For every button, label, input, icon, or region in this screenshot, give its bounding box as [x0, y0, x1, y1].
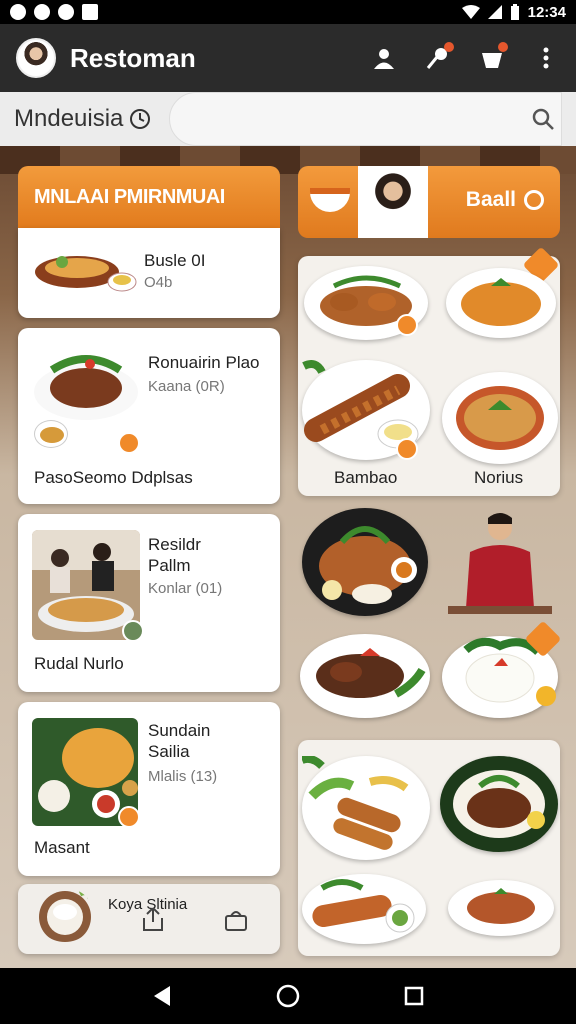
home-icon[interactable]: [276, 984, 300, 1008]
app-bar: Restoman: [0, 24, 576, 92]
verified-badge: [122, 620, 144, 642]
avatar[interactable]: [16, 38, 56, 78]
dish-plate[interactable]: [302, 874, 426, 944]
add-badge[interactable]: [396, 438, 418, 460]
dish-grid: [298, 740, 560, 956]
signal-icon: [487, 5, 502, 19]
restaurant-meta: Konlar (01): [148, 580, 223, 597]
drink-image: [36, 888, 94, 942]
system-nav-bar: [0, 968, 576, 1024]
restaurant-name: Resildr Pallm: [148, 535, 201, 575]
dish-grid: Bambao Norius: [298, 246, 560, 496]
clock-icon: [130, 109, 151, 129]
restaurant-name: Ronuairin Plao: [148, 353, 260, 372]
notification-dot: [498, 42, 508, 52]
restaurant-card[interactable]: Busle 0I O4b: [18, 228, 280, 318]
app-notification-icon: [10, 4, 26, 20]
app-notification-icon: [34, 4, 50, 20]
add-badge[interactable]: [396, 314, 418, 336]
restaurant-subtitle: Rudal Nurlo: [34, 654, 124, 673]
food-order-button[interactable]: [424, 42, 454, 72]
dish-plate[interactable]: [448, 880, 554, 936]
person-icon: [374, 49, 394, 69]
search-bar: Mndeuisia: [0, 92, 576, 146]
profile-button[interactable]: [370, 44, 398, 72]
dish-label: Norius: [474, 468, 524, 487]
restaurant-subtitle: PasoSeomo Ddplsas: [34, 468, 193, 487]
location-label: Mndeuisia: [14, 105, 124, 132]
restaurant-meta: Mlalis (13): [148, 768, 218, 785]
restaurant-card[interactable]: Resildr Pallm Konlar (01) Rudal Nurlo: [18, 514, 280, 692]
battery-icon: [510, 4, 519, 20]
favorite-badge[interactable]: [118, 806, 140, 828]
status-bar: 12:34: [0, 0, 576, 24]
app-title: Restoman: [70, 42, 196, 73]
banner-label: Baall: [465, 188, 516, 211]
restaurant-meta: O4b: [144, 274, 173, 291]
back-icon[interactable]: [152, 985, 172, 1007]
ring-icon: [524, 190, 544, 210]
dish-plate[interactable]: [302, 508, 428, 616]
restaurant-name: Sundain Sailia: [148, 721, 211, 761]
app-notification-icon: [58, 4, 74, 20]
bag-icon[interactable]: [224, 908, 248, 932]
dish-plate[interactable]: [440, 756, 558, 852]
dish-plate[interactable]: [300, 634, 430, 718]
soup-bowl-image: [310, 188, 350, 212]
recents-icon[interactable]: [404, 986, 424, 1006]
promo-banner[interactable]: Baall: [298, 166, 560, 238]
restaurant-card[interactable]: Sundain Sailia Mlalis (13) Masant: [18, 702, 280, 876]
search-icon[interactable]: [531, 107, 555, 131]
restaurant-name: Busle 0I: [144, 251, 206, 270]
restaurant-subtitle: Masant: [34, 838, 90, 857]
dish-plate[interactable]: [300, 754, 430, 860]
section-header: MNLAAI PMIRNMUAI: [18, 166, 280, 228]
dish-image: [32, 242, 138, 298]
app-notification-icon: [82, 4, 98, 20]
diner-photo: [448, 512, 552, 616]
dish-plate[interactable]: [446, 268, 556, 338]
cart-button[interactable]: [478, 42, 508, 72]
restaurant-card[interactable]: Koya Sltinia: [18, 884, 280, 954]
search-input[interactable]: [169, 92, 562, 146]
dish-image: [32, 342, 140, 424]
dish-label: Bambao: [334, 468, 398, 487]
more-vert-icon: [543, 47, 549, 69]
location-selector[interactable]: Mndeuisia: [14, 105, 151, 133]
notification-icons: [10, 4, 98, 20]
wifi-icon: [461, 5, 480, 19]
dish-plate[interactable]: [442, 372, 558, 464]
overflow-menu-button[interactable]: [532, 44, 560, 72]
restaurant-meta: Kaana (0R): [148, 378, 225, 395]
notification-dot: [444, 42, 454, 52]
favorite-badge[interactable]: [118, 432, 140, 454]
clock: 12:34: [527, 3, 566, 21]
share-icon[interactable]: [142, 908, 164, 932]
restaurant-card[interactable]: Ronuairin Plao Kaana (0R) PasoSeomo Ddpl…: [18, 328, 280, 504]
host-photo: [358, 166, 428, 238]
dish-row: [298, 620, 562, 718]
side-dish-image: [34, 420, 68, 448]
